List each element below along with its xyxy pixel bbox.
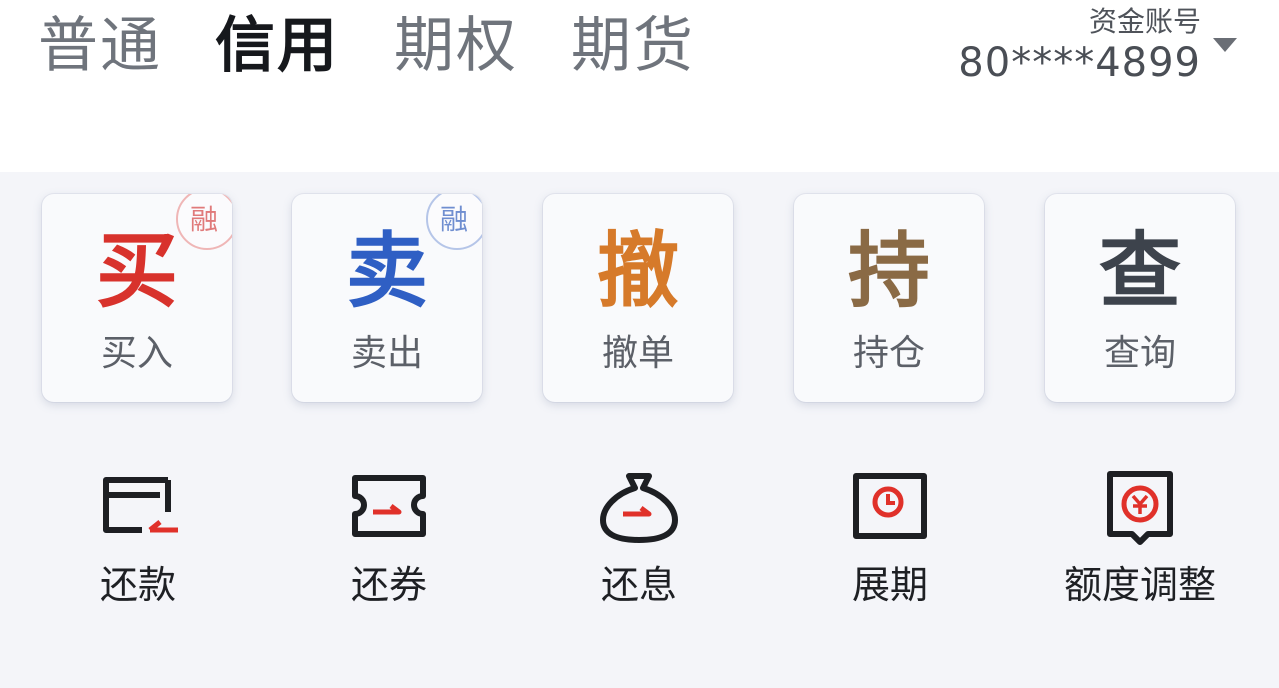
quota-adjust-button[interactable]: 额度调整 [1040, 468, 1240, 618]
repay-card-icon [103, 477, 178, 533]
return-securities-label: 还券 [350, 563, 427, 607]
position-glyph-icon: 持 [847, 224, 930, 319]
buy-label: 买入 [100, 333, 173, 374]
query-label: 查询 [1103, 333, 1176, 374]
tab-normal[interactable]: 普通 [38, 6, 162, 86]
repay-label: 还款 [99, 563, 176, 607]
repay-interest-button[interactable]: 还息 [539, 468, 739, 618]
query-button[interactable]: 查 查询 [1045, 194, 1235, 402]
sell-label: 卖出 [350, 333, 423, 374]
repay-interest-label: 还息 [600, 563, 677, 607]
cancel-glyph-icon: 撤 [596, 224, 679, 319]
cancel-order-button[interactable]: 撤 撤单 [543, 194, 733, 402]
position-label: 持仓 [852, 333, 925, 374]
repay-interest-bag-icon [600, 473, 678, 543]
quota-adjust-label: 额度调整 [1063, 563, 1216, 607]
extend-clock-icon [853, 473, 927, 539]
buy-button[interactable]: 买 买入 融 [42, 194, 232, 402]
return-securities-button[interactable]: 还券 [289, 468, 489, 618]
account-number: 80****4899 [958, 40, 1201, 86]
top-bar: 普通 信用 期权 期货 资金账号 80****4899 [0, 0, 1279, 172]
tab-futures[interactable]: 期货 [571, 6, 695, 86]
position-button[interactable]: 持 持仓 [794, 194, 984, 402]
tab-options[interactable]: 期权 [394, 6, 518, 86]
tab-credit[interactable]: 信用 [215, 6, 339, 86]
account-selector[interactable]: 资金账号 80****4899 [958, 4, 1201, 86]
trade-panel: 买 买入 融 卖 卖出 融 撤 撤单 持 持仓 查 查询 还款 还券 还息 展期… [0, 172, 1279, 688]
quota-adjust-yen-icon [1107, 471, 1173, 545]
extension-button[interactable]: 展期 [790, 468, 990, 618]
query-glyph-icon: 查 [1098, 224, 1181, 319]
extension-label: 展期 [851, 563, 928, 607]
repay-button[interactable]: 还款 [38, 468, 238, 618]
caret-down-icon[interactable] [1213, 38, 1237, 52]
account-label: 资金账号 [1088, 5, 1201, 38]
repay-ticket-icon [352, 475, 426, 537]
sell-button[interactable]: 卖 卖出 融 [292, 194, 482, 402]
cancel-order-label: 撤单 [601, 333, 674, 374]
